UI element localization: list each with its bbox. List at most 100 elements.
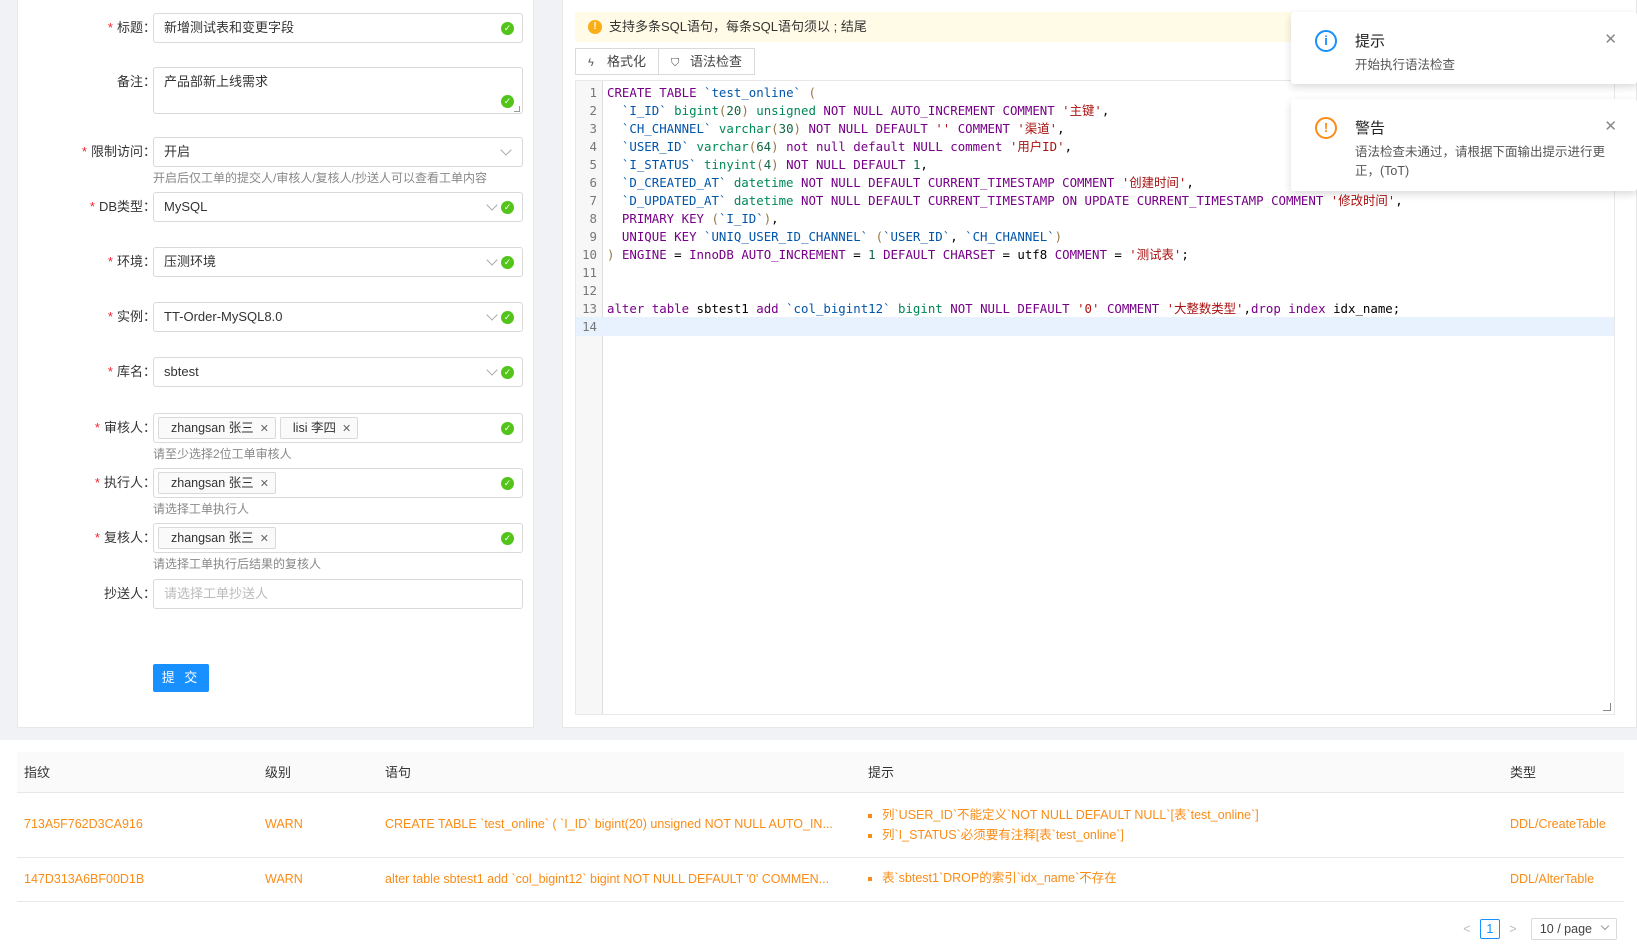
column-header-type: 类型 <box>1510 765 1537 780</box>
prev-page-button[interactable]: < <box>1457 922 1477 936</box>
restrict-select[interactable]: 开启 <box>153 137 523 167</box>
rechecker-help: 请选择工单执行后结果的复核人 <box>153 557 322 571</box>
reviewer-tag: zhangsan 张三 ✕ <box>158 417 276 439</box>
code-line: 8 PRIMARY KEY (`I_ID`), <box>589 211 779 226</box>
chevron-down-icon <box>500 144 512 156</box>
hint-item: 列`I_STATUS`必须要有注释[表`test_online`] <box>868 825 1259 845</box>
code-line: 12 <box>582 283 597 298</box>
warning-notification-body: 语法检查未通过，请根据下面输出提示进行更正，(ToT) <box>1355 145 1606 178</box>
restrict-row: * 限制访问： 开启 开启后仅工单的提交人/审核人/复核人/抄送人可以查看工单内容 <box>18 137 535 185</box>
resize-handle-icon[interactable] <box>1603 703 1611 711</box>
editor-toolbar: ϟ 格式化 ⛉ 语法检查 <box>575 48 756 75</box>
rechecker-multiselect[interactable]: zhangsan 张三 ✕ ✓ <box>153 523 523 553</box>
title-value: 新增测试表和变更字段 <box>164 20 295 35</box>
hint-list: 表`sbtest1`DROP的索引`idx_name`不存在 <box>868 868 1117 888</box>
remark-row: 备注： 产品部新上线需求 ✓ <box>18 67 535 114</box>
database-label: 库名： <box>116 364 156 379</box>
reviewers-label: 审核人： <box>103 420 156 435</box>
chevron-down-icon <box>1600 921 1610 931</box>
close-icon[interactable]: ✕ <box>1604 30 1617 48</box>
executor-label: 执行人： <box>103 475 156 490</box>
syntax-check-button[interactable]: ⛉ 语法检查 <box>659 48 756 75</box>
env-label: 环境： <box>116 254 156 269</box>
remark-value: 产品部新上线需求 <box>164 74 269 89</box>
check-circle-icon: ✓ <box>501 366 514 379</box>
title-label: 标题： <box>116 20 156 35</box>
fingerprint-cell: 713A5F762D3CA916 <box>24 817 143 831</box>
rechecker-label: 复核人： <box>103 530 156 545</box>
type-cell: DDL/CreateTable <box>1510 817 1606 831</box>
column-header-fingerprint: 指纹 <box>24 765 51 780</box>
shield-check-icon: ⛉ <box>671 57 680 69</box>
info-notification-body: 开始执行语法检查 <box>1355 58 1456 72</box>
close-icon[interactable]: ✕ <box>1604 117 1617 135</box>
fingerprint-cell: 147D313A6BF00D1B <box>24 872 145 886</box>
database-row: * 库名： sbtest ✓ <box>18 357 535 387</box>
table-row: 147D313A6BF00D1B WARN alter table sbtest… <box>17 858 1624 902</box>
close-icon[interactable]: ✕ <box>260 533 269 545</box>
work-order-form: * 标题： 新增测试表和变更字段 ✓ 备注： 产品部新上线需求 ✓ * 限制访问： … <box>17 0 534 728</box>
env-value: 压测环境 <box>164 254 217 269</box>
page-1-button[interactable]: 1 <box>1479 919 1500 939</box>
statement-cell: CREATE TABLE `test_online` ( `I_ID` bigi… <box>385 817 833 831</box>
pagination: < 1 > 10 / page <box>1457 918 1617 940</box>
reviewer-tag: lisi 李四 ✕ <box>279 417 359 439</box>
code-line: 13 alter table sbtest1 add `col_bigint12`… <box>582 301 1401 316</box>
table-header: 指纹 级别 语句 提示 类型 <box>17 752 1624 793</box>
db-type-label: DB类型： <box>98 199 156 214</box>
info-circle-icon: i <box>1315 30 1337 52</box>
reviewers-row: * 审核人： zhangsan 张三 ✕ lisi 李四 ✕ ✓ 请至少选择2位工单审核… <box>18 413 535 461</box>
check-circle-icon: ✓ <box>501 256 514 269</box>
instance-select[interactable]: TT-Order-MySQL8.0 ✓ <box>153 302 523 332</box>
format-button[interactable]: ϟ 格式化 <box>575 48 660 75</box>
code-line: 11 <box>582 265 597 280</box>
chevron-down-icon <box>486 254 498 266</box>
check-circle-icon: ✓ <box>501 95 514 108</box>
title-input[interactable]: 新增测试表和变更字段 ✓ <box>153 13 523 43</box>
remark-textarea[interactable]: 产品部新上线需求 ✓ <box>153 67 523 114</box>
level-cell: WARN <box>265 872 303 886</box>
reviewers-multiselect[interactable]: zhangsan 张三 ✕ lisi 李四 ✕ ✓ <box>153 413 523 443</box>
column-header-hint: 提示 <box>868 765 895 780</box>
info-notification: i 提示 开始执行语法检查 ✕ <box>1291 12 1637 84</box>
rechecker-row: * 复核人： zhangsan 张三 ✕ ✓ 请选择工单执行后结果的复核人 <box>18 523 535 571</box>
close-icon[interactable]: ✕ <box>342 423 351 435</box>
rechecker-tag: zhangsan 张三 ✕ <box>158 527 276 549</box>
type-cell: DDL/AlterTable <box>1510 872 1595 886</box>
cc-placeholder: 请选择工单抄送人 <box>164 586 269 601</box>
lightning-icon: ϟ <box>588 57 594 69</box>
check-results-table: 指纹 级别 语句 提示 类型 713A5F762D3CA916 WARN CRE… <box>0 740 1637 945</box>
next-page-button[interactable]: > <box>1503 922 1523 936</box>
hint-item: 表`sbtest1`DROP的索引`idx_name`不存在 <box>868 868 1117 888</box>
chevron-down-icon <box>486 199 498 211</box>
column-header-level: 级别 <box>265 765 292 780</box>
cc-multiselect[interactable]: 请选择工单抄送人 <box>153 579 523 609</box>
chevron-down-icon <box>486 364 498 376</box>
page-size-select[interactable]: 10 / page <box>1530 918 1617 940</box>
instance-row: * 实例： TT-Order-MySQL8.0 ✓ <box>18 302 535 332</box>
env-select[interactable]: 压测环境 ✓ <box>153 247 523 277</box>
check-circle-icon: ✓ <box>501 532 514 545</box>
statement-cell: alter table sbtest1 add `col_bigint12` b… <box>385 872 830 886</box>
instance-label: 实例： <box>116 309 156 324</box>
executor-multiselect[interactable]: zhangsan 张三 ✕ ✓ <box>153 468 523 498</box>
close-icon[interactable]: ✕ <box>260 478 269 490</box>
submit-button[interactable]: 提 交 <box>153 664 209 692</box>
info-notification-title: 提示 <box>1355 33 1386 50</box>
env-row: * 环境： 压测环境 ✓ <box>18 247 535 277</box>
reviewers-help: 请至少选择2位工单审核人 <box>153 447 292 461</box>
check-circle-icon: ✓ <box>501 201 514 214</box>
executor-row: * 执行人： zhangsan 张三 ✕ ✓ 请选择工单执行人 <box>18 468 535 516</box>
level-cell: WARN <box>265 817 303 831</box>
db-type-select[interactable]: MySQL ✓ <box>153 192 523 222</box>
code-line: 7 `D_UPDATED_AT` datetime NOT NULL DEFAU… <box>589 193 1403 208</box>
resize-handle-icon[interactable] <box>514 106 520 112</box>
database-select[interactable]: sbtest ✓ <box>153 357 523 387</box>
exclamation-circle-icon: ! <box>1315 117 1337 139</box>
close-icon[interactable]: ✕ <box>260 423 269 435</box>
column-header-statement: 语句 <box>385 765 412 780</box>
executor-help: 请选择工单执行人 <box>153 502 250 516</box>
restrict-help: 开启后仅工单的提交人/审核人/复核人/抄送人可以查看工单内容 <box>153 171 488 185</box>
restrict-value: 开启 <box>164 144 191 159</box>
code-line-active: 14 <box>576 317 1614 336</box>
